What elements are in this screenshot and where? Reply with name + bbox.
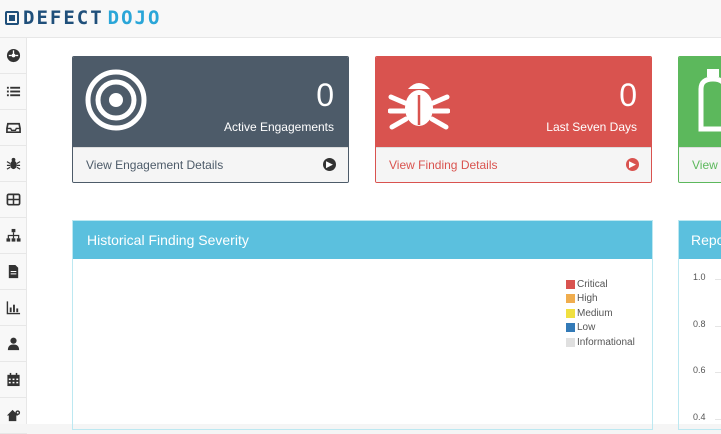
home-settings-icon [6,409,21,422]
arrow-right-icon: ▶ [626,158,639,171]
findings-panel: 0 Last Seven Days View Finding Details ▶ [375,56,652,183]
sidebar-item-endpoints[interactable] [0,182,27,218]
target-icon [85,69,147,131]
sidebar-item-metrics[interactable] [0,290,27,326]
legend-item-critical[interactable]: Critical [566,277,635,292]
legend-swatch [566,308,575,318]
chart-title: Historical Finding Severity [73,221,652,259]
file-icon [8,264,19,279]
finding-details-link[interactable]: View Finding Details ▶ [376,147,651,182]
gridline [715,419,721,420]
finding-details-label: View Finding Details [389,158,498,172]
engagement-details-label: View Engagement Details [86,158,224,172]
sidebar-item-products[interactable] [0,74,27,110]
y-tick-label: 0.8 [693,319,706,329]
calendar-icon [7,372,20,387]
bar-chart-icon [6,301,21,315]
legend-swatch [566,279,575,289]
defectdojo-logo[interactable]: DEFECT DOJO [5,6,161,30]
top-navbar: DEFECT DOJO [0,0,721,38]
logo-text-defect: DEFECT [23,7,104,29]
sidebar [0,38,27,434]
legend-swatch [566,323,575,333]
sidebar-item-engagements[interactable] [0,110,27,146]
gridline [715,279,721,280]
report-panel: Repo 1.0 0.8 0.6 0.4 [678,220,721,430]
historical-finding-severity-panel: Historical Finding Severity Critical Hig… [72,220,653,430]
y-tick-label: 1.0 [693,272,706,282]
engagements-panel-heading: 0 Active Engagements [73,57,348,147]
sidebar-item-reports[interactable] [0,254,27,290]
severity-legend: Critical High Medium Low Informational [566,277,635,350]
report-title: Repo [679,221,721,259]
sidebar-item-calendar[interactable] [0,362,27,398]
legend-swatch [566,337,575,347]
sidebar-item-components[interactable] [0,218,27,254]
dashboard-main: 0 Active Engagements View Engagement Det… [27,38,721,430]
last-seven-days-label: Last Seven Days [546,120,637,134]
legend-item-medium[interactable]: Medium [566,306,635,321]
engagements-panel: 0 Active Engagements View Engagement Det… [72,56,349,183]
y-tick-label: 0.4 [693,412,706,422]
y-tick-label: 0.6 [693,365,706,375]
gridline [715,326,721,327]
dashboard-icon [6,48,21,63]
legend-item-informational[interactable]: Informational [566,335,635,350]
third-panel-link[interactable]: View [679,147,721,182]
sidebar-item-configuration[interactable] [0,398,27,434]
legend-label: High [577,293,598,305]
legend-label: Informational [577,336,635,348]
bug-icon [6,157,21,170]
fire-extinguisher-icon [698,69,721,132]
sidebar-item-users[interactable] [0,326,27,362]
legend-label: Low [577,322,596,334]
grid-icon [6,193,21,206]
sidebar-item-findings[interactable] [0,146,27,182]
legend-swatch [566,294,575,304]
last-seven-days-count: 0 [619,77,637,113]
findings-panel-heading: 0 Last Seven Days [376,57,651,147]
engagement-details-link[interactable]: View Engagement Details ▶ [73,147,348,182]
legend-item-high[interactable]: High [566,292,635,307]
third-panel-heading [679,57,721,147]
user-icon [7,337,20,351]
gridline [715,372,721,373]
third-panel-link-label: View [692,158,718,172]
logo-mark-icon [5,11,19,25]
legend-label: Medium [577,307,613,319]
active-engagements-label: Active Engagements [223,120,334,134]
sidebar-item-dashboard[interactable] [0,38,27,74]
active-engagements-count: 0 [316,77,334,113]
third-panel: View [678,56,721,183]
legend-item-low[interactable]: Low [566,321,635,336]
arrow-right-icon: ▶ [323,158,336,171]
legend-label: Critical [577,278,608,290]
list-icon [6,86,21,97]
bug-icon [388,83,450,130]
sitemap-icon [6,228,21,242]
logo-text-dojo: DOJO [107,7,162,29]
inbox-icon [6,122,21,134]
